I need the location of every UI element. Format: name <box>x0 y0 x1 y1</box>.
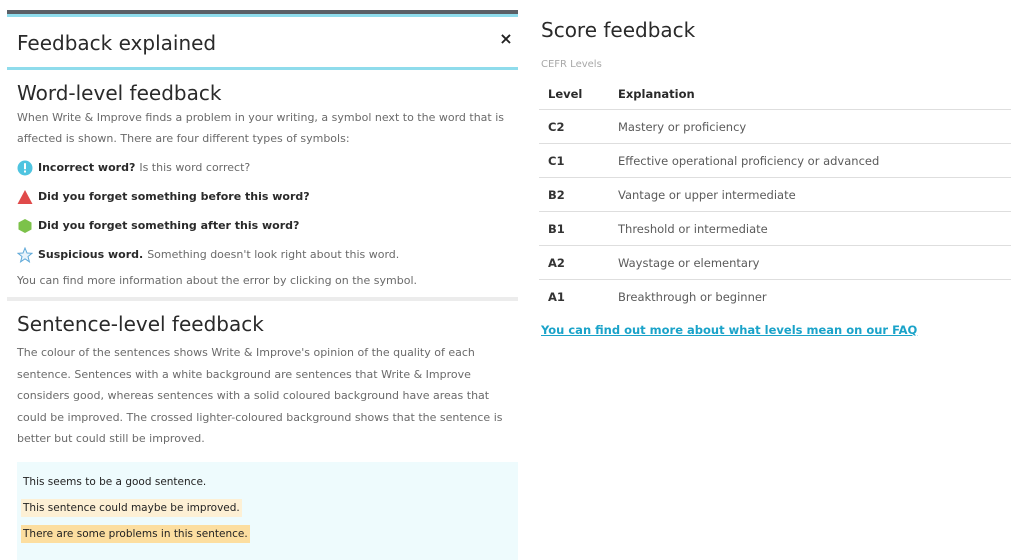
sentence-level-paragraph: The colour of the sentences shows Write … <box>17 346 503 445</box>
triangle-warning-icon <box>17 189 33 204</box>
explanation-cell: Effective operational proficiency or adv… <box>618 143 1011 178</box>
explanation-cell: Mastery or proficiency <box>618 109 1011 144</box>
table-row: B1 Threshold or intermediate <box>539 211 1011 246</box>
table-row: B2 Vantage or upper intermediate <box>539 177 1011 212</box>
explanation-cell: Breakthrough or beginner <box>618 279 1011 313</box>
symbol-label: Suspicious word. <box>38 247 144 261</box>
level-cell: B1 <box>539 211 618 246</box>
score-feedback-panel: Score feedback CEFR Levels Level Explana… <box>532 18 1013 338</box>
modal-title: Feedback explained <box>17 31 217 55</box>
symbol-row-after: Did you forget something after this word… <box>17 215 508 236</box>
table-row: C2 Mastery or proficiency <box>539 109 1011 144</box>
level-cell: C2 <box>539 109 618 144</box>
level-cell: A1 <box>539 279 618 313</box>
close-icon[interactable]: × <box>498 29 514 48</box>
score-title: Score feedback <box>541 18 696 42</box>
level-cell: A2 <box>539 245 618 280</box>
table-row: C1 Effective operational proficiency or … <box>539 143 1011 178</box>
example-maybe-sentence: This sentence could maybe be improved. <box>21 498 242 517</box>
symbol-label: Did you forget something after this word… <box>38 218 300 232</box>
faq-link[interactable]: You can find out more about what levels … <box>541 323 917 337</box>
explanation-cell: Threshold or intermediate <box>618 211 1011 246</box>
column-header-level: Level <box>548 87 583 101</box>
table-row: A1 Breakthrough or beginner <box>539 279 1011 313</box>
symbol-label: Incorrect word? <box>38 160 136 174</box>
word-level-section: Word-level feedback When Write & Improve… <box>7 70 518 287</box>
cefr-table: Level Explanation C2 Mastery or proficie… <box>539 79 1011 313</box>
word-level-heading: Word-level feedback <box>17 81 222 105</box>
table-row: A2 Waystage or elementary <box>539 245 1011 280</box>
word-level-intro: When Write & Improve finds a problem in … <box>17 111 504 145</box>
example-problem-sentence: There are some problems in this sentence… <box>21 524 250 543</box>
table-header-row: Level Explanation <box>539 79 1011 110</box>
column-header-explanation: Explanation <box>618 87 695 101</box>
explanation-cell: Waystage or elementary <box>618 245 1011 280</box>
level-cell: C1 <box>539 143 618 178</box>
word-level-note: You can find more information about the … <box>17 274 418 287</box>
explanation-cell: Vantage or upper intermediate <box>618 177 1011 212</box>
sentence-level-section: Sentence-level feedback The colour of th… <box>7 301 518 450</box>
symbol-text: Is this word correct? <box>139 160 251 174</box>
symbol-row-suspicious: Suspicious word. Something doesn't look … <box>17 244 508 265</box>
symbol-text: Something doesn't look right about this … <box>147 247 400 261</box>
feedback-modal: Feedback explained × Word-level feedback… <box>7 10 518 560</box>
hexagon-icon <box>18 218 32 233</box>
symbol-row-incorrect: Incorrect word? Is this word correct? <box>17 157 508 178</box>
modal-header: Feedback explained × <box>7 17 518 70</box>
sentence-level-heading: Sentence-level feedback <box>17 312 264 336</box>
example-good-sentence: This seems to be a good sentence. <box>23 475 207 488</box>
info-circle-icon <box>17 160 33 175</box>
symbol-label: Did you forget something before this wor… <box>38 189 310 203</box>
example-sentences: This seems to be a good sentence. This s… <box>17 461 518 560</box>
symbol-row-before: Did you forget something before this wor… <box>17 186 508 207</box>
star-outline-icon <box>17 246 33 263</box>
cefr-label: CEFR Levels <box>541 59 602 70</box>
level-cell: B2 <box>539 177 618 212</box>
